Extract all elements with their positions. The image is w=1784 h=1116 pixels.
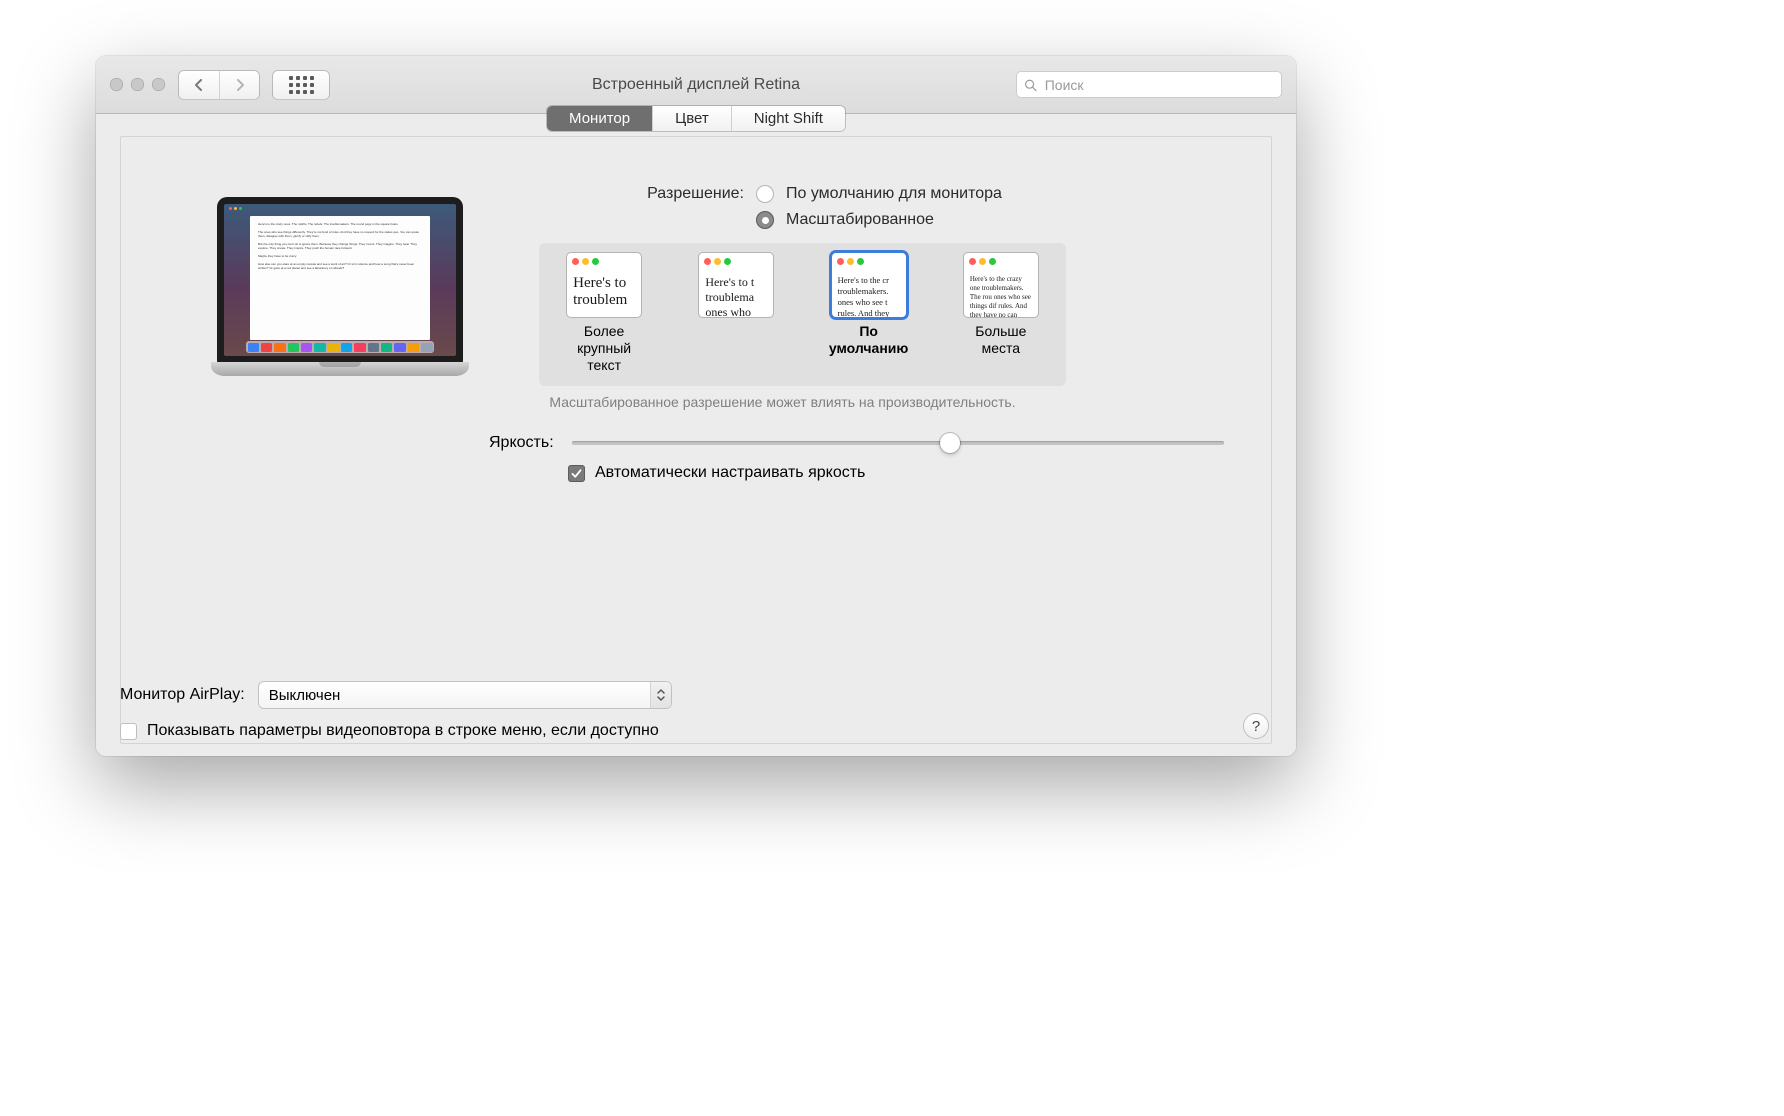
resolution-label: Разрешение: [569, 185, 744, 203]
checkmark-icon [570, 467, 583, 480]
help-button[interactable]: ? [1244, 714, 1268, 738]
forward-button[interactable] [219, 71, 259, 99]
slider-thumb-icon[interactable] [940, 433, 960, 453]
brightness-label: Яркость: [489, 434, 554, 452]
mirror-checkbox[interactable] [120, 723, 137, 740]
preferences-window: Встроенный дисплей Retina Монитор Цвет N… [96, 56, 1296, 756]
window-controls [110, 78, 165, 91]
airplay-value: Выключен [269, 687, 341, 704]
thumb-larger-caption: Более крупный текст [559, 323, 649, 374]
thumb-mid[interactable]: Here's to t troublema ones who [691, 253, 781, 374]
thumb-default-caption: По умолчанию [824, 323, 914, 357]
zoom-icon[interactable] [152, 78, 165, 91]
close-icon[interactable] [110, 78, 123, 91]
body: Монитор Цвет Night Shift Here's to the c… [96, 114, 1296, 756]
tab-night-shift[interactable]: Night Shift [731, 106, 845, 131]
nav-back-forward [179, 71, 259, 99]
show-all-button[interactable] [273, 71, 329, 99]
tab-content: Here's to the crazy ones. The misfits. T… [120, 136, 1272, 744]
chevron-up-down-icon [650, 682, 671, 708]
display-preview: Here's to the crazy ones. The misfits. T… [211, 197, 469, 376]
thumb-default[interactable]: Here's to the cr troublemakers. ones who… [824, 253, 914, 374]
search-input[interactable] [1043, 76, 1274, 94]
search-icon [1024, 78, 1037, 92]
tab-bar: Монитор Цвет Night Shift [547, 106, 845, 131]
thumb-more-space[interactable]: Here's to the crazy one troublemakers. T… [956, 253, 1046, 374]
grid-icon [289, 76, 314, 94]
radio-default-for-display[interactable] [756, 185, 774, 203]
scaled-warning: Масштабированное разрешение может влиять… [539, 394, 1026, 410]
tab-monitor[interactable]: Монитор [547, 106, 652, 131]
radio-scaled[interactable] [756, 211, 774, 229]
search-field[interactable] [1016, 71, 1282, 98]
back-button[interactable] [179, 71, 219, 99]
thumb-larger-text[interactable]: Here's to troublem Более крупный текст [559, 253, 649, 374]
help-icon: ? [1252, 718, 1260, 735]
mirror-label: Показывать параметры видеоповтора в стро… [147, 722, 659, 740]
airplay-dropdown[interactable]: Выключен [259, 682, 671, 708]
tab-color[interactable]: Цвет [652, 106, 731, 131]
brightness-slider[interactable] [572, 441, 1224, 445]
resolution-thumbnails: Here's to troublem Более крупный текст H… [539, 243, 1066, 386]
minimize-icon[interactable] [131, 78, 144, 91]
auto-brightness-label: Автоматически настраивать яркость [595, 464, 865, 482]
radio-default-label: По умолчанию для монитора [786, 185, 1002, 203]
radio-scaled-label: Масштабированное [786, 211, 934, 229]
auto-brightness-checkbox[interactable] [568, 465, 585, 482]
airplay-label: Монитор AirPlay: [120, 686, 245, 704]
thumb-more-caption: Больше места [956, 323, 1046, 357]
